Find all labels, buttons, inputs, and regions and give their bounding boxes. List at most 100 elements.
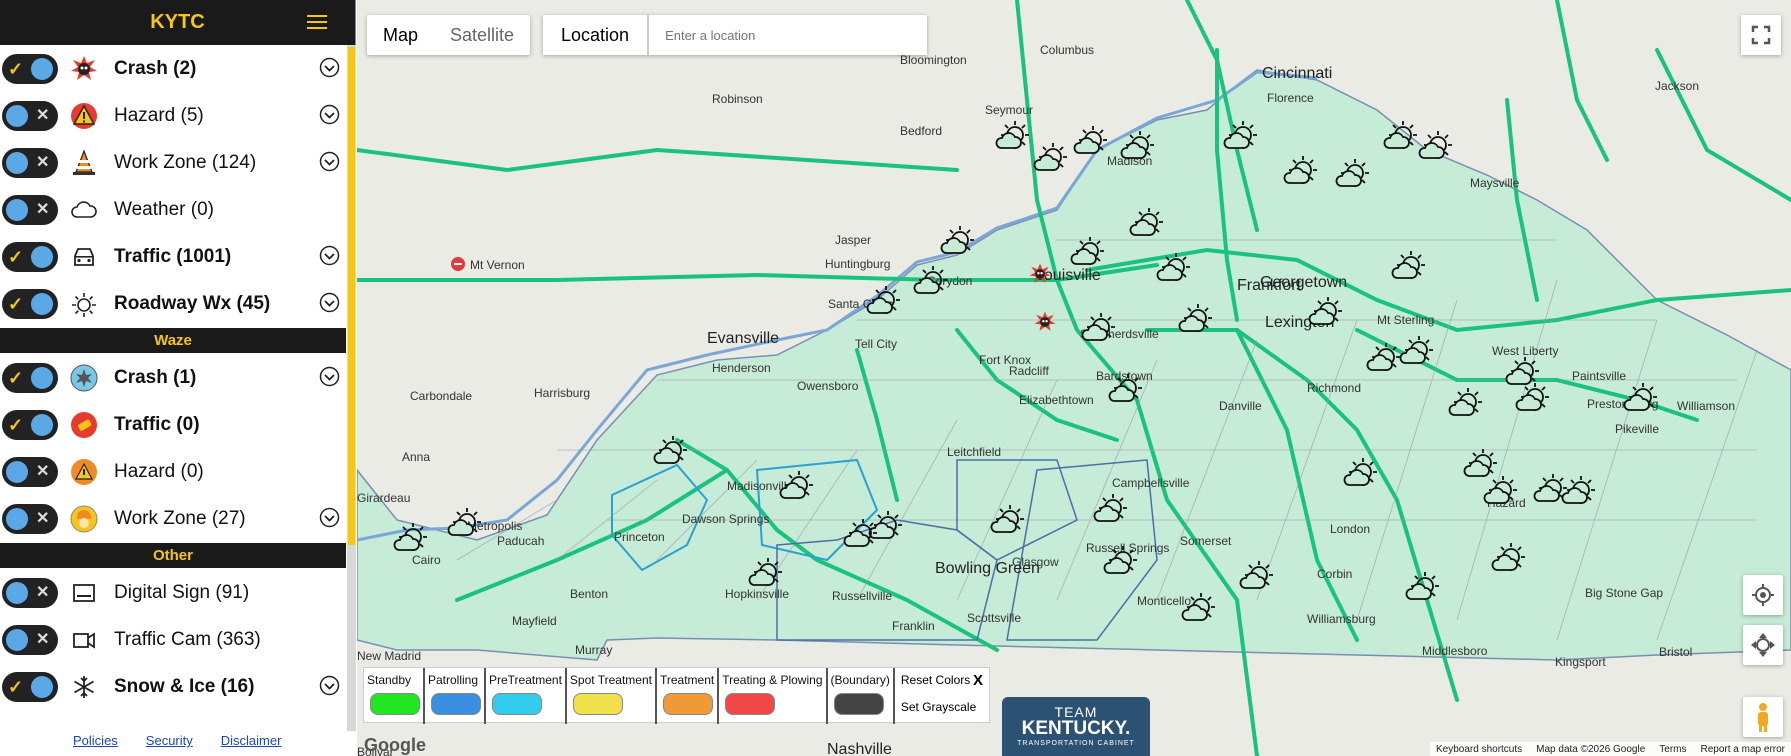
legend-treating-plowing: Treating & Plowing (719, 668, 828, 724)
layer-sidebar: KYTC ✓ Crash (2) ✕ Hazard (5) ✕ Work Zone (12… (0, 0, 356, 756)
layer-toggle-roadway-wx[interactable]: ✓ (2, 288, 58, 319)
satellite-view-button[interactable]: Satellite (434, 15, 530, 55)
chevron-down-icon[interactable] (319, 366, 340, 387)
my-location-button[interactable] (1743, 575, 1783, 615)
map-attribution: Keyboard shortcuts Map data ©2026 Google… (1429, 742, 1791, 756)
layer-row-waze-traffic[interactable]: ✓ Traffic (0) (0, 401, 346, 448)
layer-toggle-other-digital-sign[interactable]: ✕ (2, 577, 58, 608)
layer-row-traffic[interactable]: ✓ Traffic (1001) (0, 233, 346, 280)
boundary-swatch[interactable] (833, 693, 884, 715)
layer-toggle-work-zone[interactable]: ✕ (2, 147, 58, 178)
town-label: Mayfield (512, 614, 557, 628)
layer-row-waze-crash[interactable]: ✓ Crash (1) (0, 354, 346, 401)
layer-toggle-other-traffic-cam[interactable]: ✕ (2, 624, 58, 655)
standby-swatch[interactable] (370, 693, 420, 715)
layer-row-hazard[interactable]: ✕ Hazard (5) (0, 92, 346, 139)
legend-patrolling: Patrolling (425, 668, 486, 724)
scrollbar-thumb[interactable] (348, 47, 355, 545)
town-label: Bloomington (900, 53, 967, 67)
town-label: Murray (575, 643, 612, 657)
street-view-pegman[interactable] (1743, 697, 1783, 737)
layer-toggle-waze-traffic[interactable]: ✓ (2, 409, 58, 440)
sun-icon (68, 288, 100, 320)
layer-toggle-weather[interactable]: ✕ (2, 194, 58, 225)
layer-toggle-crash[interactable]: ✓ (2, 53, 58, 84)
treating-plowing-swatch[interactable] (725, 693, 776, 715)
layer-label: Work Zone (27) (114, 507, 246, 529)
layer-row-crash[interactable]: ✓ Crash (2) (0, 45, 346, 92)
town-label: Williamson (1677, 399, 1735, 413)
policies-link[interactable]: Policies (73, 733, 118, 756)
layer-row-other-snow-and-ice[interactable]: ✓ Snow & Ice (16) (0, 663, 346, 710)
chevron-down-icon[interactable] (319, 151, 340, 172)
layer-toggle-other-snow-and-ice[interactable]: ✓ (2, 671, 58, 702)
crash-icon (68, 53, 100, 85)
town-label: Carbondale (410, 389, 472, 403)
layer-row-other-traffic-cam[interactable]: ✕ Traffic Cam (363) (0, 616, 346, 663)
town-label: Mt Vernon (470, 258, 525, 272)
map-view-button[interactable]: Map (367, 15, 434, 55)
town-label: Williamsburg (1307, 612, 1376, 626)
location-label: Location (543, 15, 650, 55)
layer-row-waze-hazard[interactable]: ✕ Hazard (0) (0, 448, 346, 495)
layer-row-other-digital-sign[interactable]: ✕ Digital Sign (91) (0, 569, 346, 616)
security-link[interactable]: Security (146, 733, 193, 756)
hamburger-menu-icon[interactable] (307, 15, 327, 31)
layer-row-roadway-wx[interactable]: ✓ Roadway Wx (45) (0, 280, 346, 327)
pretreatment-swatch[interactable] (492, 693, 542, 715)
layer-toggle-waze-hazard[interactable]: ✕ (2, 456, 58, 487)
disclaimer-link[interactable]: Disclaimer (221, 733, 282, 756)
waze-crash-icon (68, 362, 100, 394)
town-label: Jackson (1655, 79, 1699, 93)
chevron-down-icon[interactable] (319, 507, 340, 528)
spot-treatment-swatch[interactable] (572, 693, 623, 715)
work-zone-cone-icon (68, 147, 100, 179)
terms-link[interactable]: Terms (1659, 744, 1686, 755)
town-label: Huntingburg (825, 257, 890, 271)
layer-toggle-hazard[interactable]: ✕ (2, 100, 58, 131)
town-label: Florence (1267, 91, 1314, 105)
layer-toggle-waze-work-zone[interactable]: ✕ (2, 503, 58, 534)
layer-row-weather[interactable]: ✕ Weather (0) (0, 186, 346, 233)
town-label: West Liberty (1492, 344, 1558, 358)
layer-label: Crash (2) (114, 57, 197, 79)
camera-control-button[interactable] (1743, 625, 1783, 665)
chevron-down-icon[interactable] (319, 675, 340, 696)
layer-toggle-traffic[interactable]: ✓ (2, 241, 58, 272)
reset-colors-button[interactable]: Reset Colors (901, 673, 976, 687)
legend-treatment: Treatment (657, 668, 720, 724)
layer-row-work-zone[interactable]: ✕ Work Zone (124) (0, 139, 346, 186)
chevron-down-icon[interactable] (319, 292, 340, 313)
chevron-down-icon[interactable] (319, 104, 340, 125)
location-input[interactable] (649, 15, 928, 55)
set-grayscale-button[interactable]: Set Grayscale (901, 700, 976, 714)
layer-toggle-waze-crash[interactable]: ✓ (2, 362, 58, 393)
chevron-down-icon[interactable] (319, 245, 340, 266)
layer-label: Work Zone (124) (114, 151, 257, 173)
team-kentucky-logo: TEAM KENTUCKY. TRANSPORTATION CABINET (1002, 697, 1150, 756)
town-label: Campbellsville (1112, 476, 1190, 490)
fullscreen-button[interactable] (1741, 15, 1781, 55)
chevron-down-icon[interactable] (319, 57, 340, 78)
keyboard-shortcuts-link[interactable]: Keyboard shortcuts (1436, 744, 1522, 755)
town-label: Princeton (614, 530, 665, 544)
location-search: Location (543, 15, 928, 55)
town-label: Dawson Springs (682, 512, 769, 526)
treatment-swatch[interactable] (662, 693, 713, 715)
snow-ice-status-legend: Standby Patrolling PreTreatment Spot Tre… (363, 667, 990, 724)
town-label: Robinson (712, 92, 763, 106)
layer-label: Weather (0) (114, 198, 214, 220)
waze-layer-group: ✓ Crash (1) ✓ Traffic (0) ✕ Hazard (0) ✕ Work Z… (0, 354, 346, 542)
sidebar-scrollbar[interactable] (347, 45, 356, 731)
legend-close-button[interactable]: X (973, 672, 983, 689)
town-label: Russellville (832, 589, 892, 603)
town-label: Franklin (892, 619, 935, 633)
camera-icon (68, 624, 100, 656)
layer-list: ✓ Crash (2) ✕ Hazard (5) ✕ Work Zone (124) ✕ We… (0, 45, 346, 731)
layer-row-waze-work-zone[interactable]: ✕ Work Zone (27) (0, 495, 346, 542)
report-map-error-link[interactable]: Report a map error (1701, 744, 1785, 755)
town-label: London (1330, 522, 1370, 536)
patrolling-swatch[interactable] (431, 693, 481, 715)
layer-label: Crash (1) (114, 366, 197, 388)
map-canvas[interactable]: Cincinnati Louisville Lexington Evansville F… (357, 0, 1791, 756)
